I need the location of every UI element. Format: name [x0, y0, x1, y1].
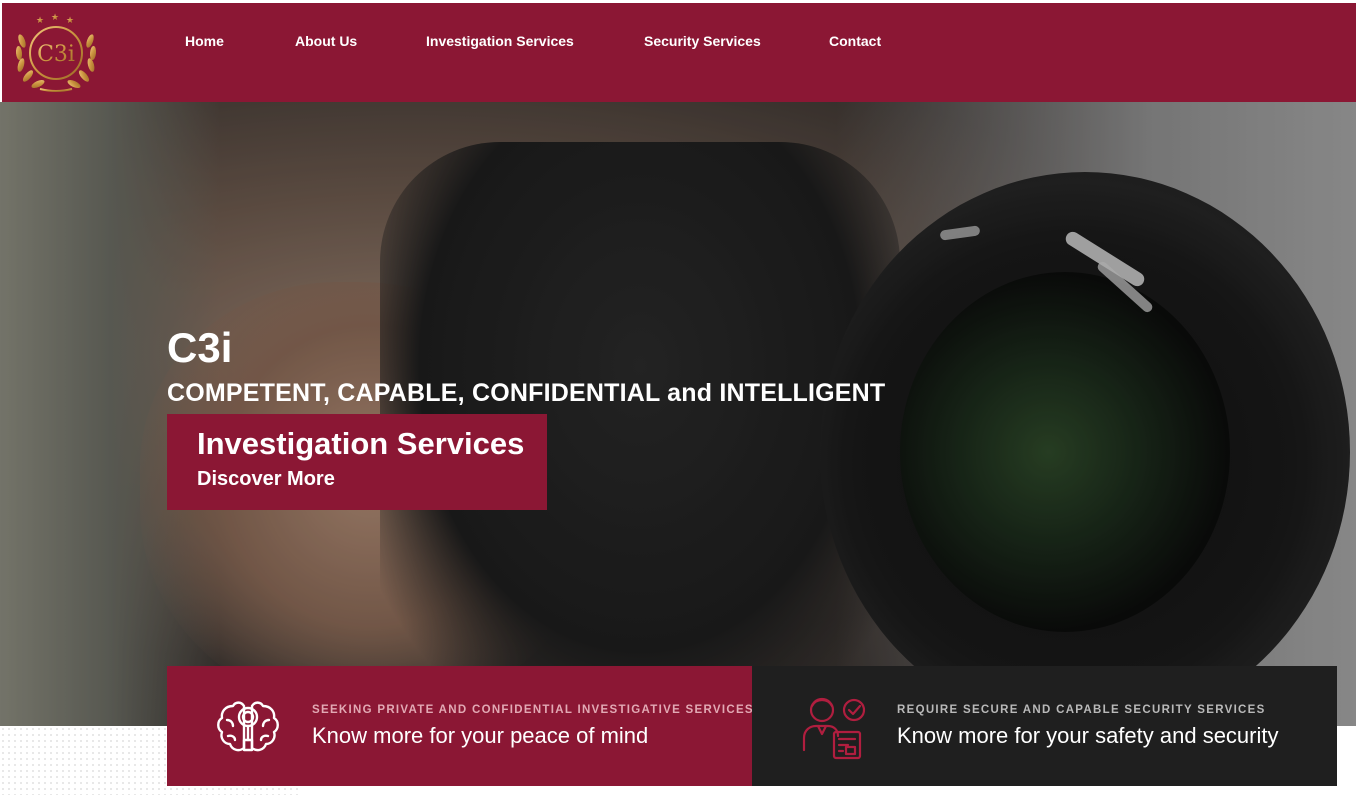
- svg-text:★: ★: [66, 16, 74, 26]
- hero-banner: C3i COMPETENT, CAPABLE, CONFIDENTIAL and…: [0, 102, 1356, 726]
- card-headline: Know more for your safety and security: [897, 723, 1279, 748]
- security-agent-checklist-icon: [798, 692, 868, 762]
- security-info-card[interactable]: REQUIRE SECURE AND CAPABLE SECURITY SERV…: [752, 666, 1337, 786]
- card-headline: Know more for your peace of mind: [312, 723, 649, 748]
- laurel-crest-logo-icon[interactable]: ★ ★ ★ C3i: [10, 11, 102, 93]
- card-kicker: REQUIRE SECURE AND CAPABLE SECURITY SERV…: [897, 704, 1266, 716]
- card-kicker: SEEKING PRIVATE AND CONFIDENTIAL INVESTI…: [312, 704, 754, 716]
- svg-text:★: ★: [36, 16, 44, 26]
- svg-text:C3i: C3i: [37, 42, 75, 67]
- discover-more-link[interactable]: Discover More: [197, 467, 335, 491]
- nav-investigation-services[interactable]: Investigation Services: [426, 33, 574, 49]
- investigation-services-cta-button[interactable]: Investigation Services Discover More: [167, 414, 547, 510]
- brain-magnifier-icon: [213, 692, 283, 762]
- nav-about-us[interactable]: About Us: [295, 33, 357, 49]
- site-header: ★ ★ ★ C3i Home About Us Investigation Se…: [2, 3, 1356, 102]
- cta-title: Investigation Services: [197, 426, 525, 461]
- investigation-info-card[interactable]: SEEKING PRIVATE AND CONFIDENTIAL INVESTI…: [167, 666, 754, 786]
- nav-home[interactable]: Home: [185, 33, 224, 49]
- nav-contact[interactable]: Contact: [829, 33, 881, 49]
- nav-security-services[interactable]: Security Services: [644, 33, 761, 49]
- hero-tagline: COMPETENT, CAPABLE, CONFIDENTIAL and INT…: [167, 379, 886, 407]
- svg-text:★: ★: [51, 13, 59, 23]
- hero-brand: C3i: [167, 324, 233, 371]
